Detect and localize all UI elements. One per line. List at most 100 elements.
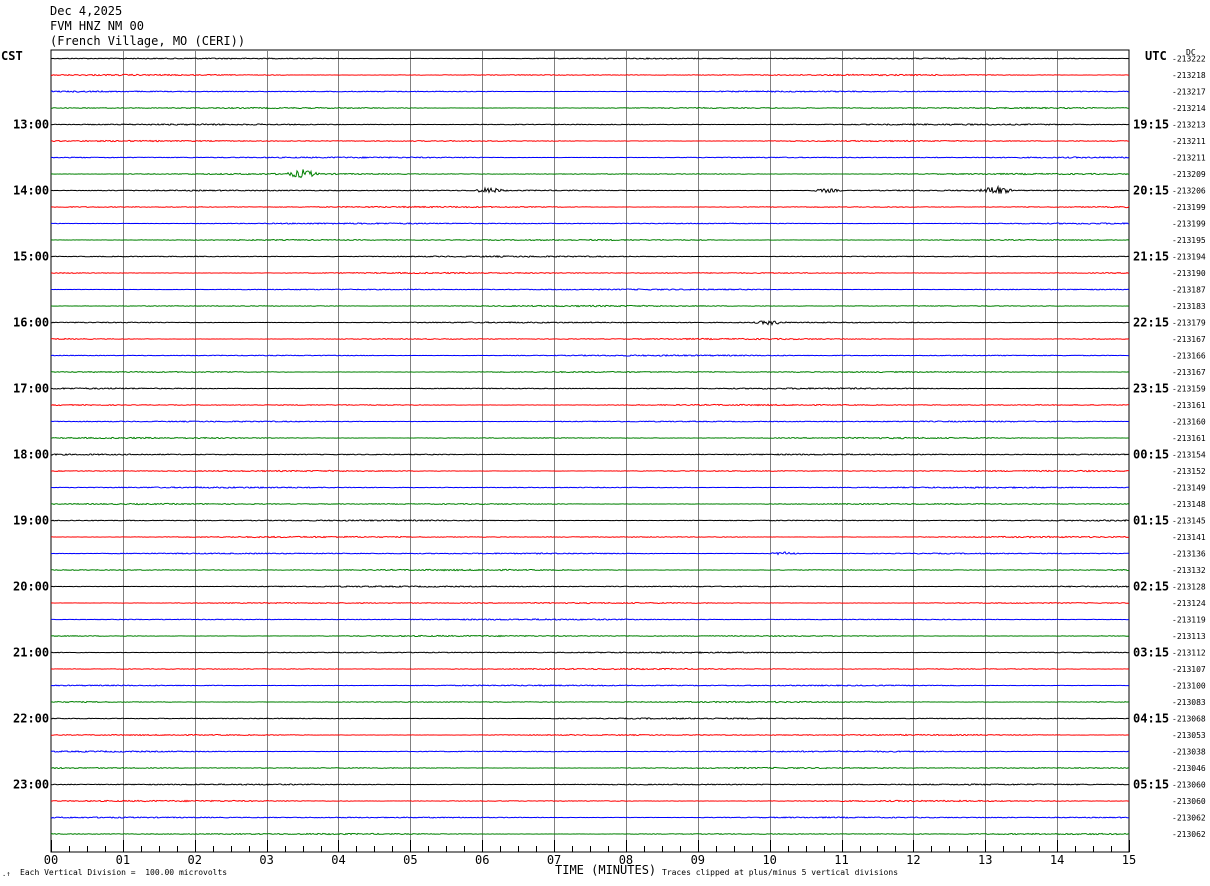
dc-offset-label: -213209 (1172, 170, 1206, 179)
dc-offset-label: -213187 (1172, 286, 1206, 295)
trace-line (50, 766, 1130, 770)
right-hour-label: 23:15 (1133, 382, 1169, 396)
trace-line (50, 453, 1130, 456)
trace-line (50, 568, 1130, 572)
dc-offset-label: -213167 (1172, 335, 1206, 344)
trace-line (50, 320, 1130, 326)
trace-line (50, 57, 1129, 60)
x-tick-label: 03 (259, 853, 273, 867)
trace-line (50, 799, 1129, 803)
trace-line (50, 387, 1129, 390)
dc-offset-label: -213167 (1172, 368, 1206, 377)
trace-line (50, 700, 1130, 704)
dc-offset-label: -213161 (1172, 434, 1206, 443)
dc-offset-label: -213211 (1172, 154, 1206, 163)
right-hour-label: 01:15 (1133, 514, 1169, 528)
x-tick-label: 14 (1050, 853, 1064, 867)
dc-offset-label: -213113 (1172, 632, 1206, 641)
x-tick-label: 01 (116, 853, 130, 867)
trace-line (50, 717, 1130, 720)
dc-offset-label: -213068 (1172, 715, 1206, 724)
dc-offset-label: -213112 (1172, 649, 1206, 658)
left-hour-label: 21:00 (13, 646, 49, 660)
trace-line (50, 585, 1130, 588)
trace-line (50, 255, 1130, 259)
x-axis-title: TIME (MINUTES) (555, 863, 657, 877)
trace-line (50, 618, 1130, 621)
left-hour-label: 23:00 (13, 778, 49, 792)
trace-line (50, 816, 1129, 819)
right-hour-label: 19:15 (1133, 118, 1169, 132)
trace-line (50, 90, 1130, 93)
left-hour-label: 14:00 (13, 184, 49, 198)
left-hour-label: 13:00 (13, 118, 49, 132)
trace-line (50, 832, 1130, 836)
dc-offset-label: -213160 (1172, 418, 1206, 427)
dc-offset-label: -213145 (1172, 517, 1206, 526)
left-hour-label: 18:00 (13, 448, 49, 462)
trace-line (50, 733, 1130, 737)
clip-note: Traces clipped at plus/minus 5 vertical … (662, 868, 899, 877)
right-hour-label: 03:15 (1133, 646, 1169, 660)
dc-offset-label: -213060 (1172, 781, 1206, 790)
x-tick-label: 02 (188, 853, 202, 867)
trace-line (51, 354, 1129, 357)
right-hour-label: 05:15 (1133, 778, 1169, 792)
x-tick-label: 06 (475, 853, 489, 867)
left-hour-label: 17:00 (13, 382, 49, 396)
left-hour-label: 20:00 (13, 580, 49, 594)
dc-offset-label: -213213 (1172, 121, 1206, 130)
dc-offset-label: -213166 (1172, 352, 1206, 361)
trace-line (50, 750, 1130, 753)
trace-line (50, 156, 1130, 159)
trace-line (50, 222, 1130, 225)
dc-offset-label: -213190 (1172, 269, 1206, 278)
dc-offset-label: -213100 (1172, 682, 1206, 691)
dc-offset-label: -213124 (1172, 599, 1206, 608)
dc-offset-label: -213128 (1172, 583, 1206, 592)
trace-line (50, 106, 1130, 110)
right-hour-label: 02:15 (1133, 580, 1169, 594)
dc-offset-label: -213038 (1172, 748, 1206, 757)
left-hour-label: 15:00 (13, 250, 49, 264)
dc-offset-label: -213148 (1172, 500, 1206, 509)
trace-line (50, 205, 1130, 209)
trace-line (50, 535, 1130, 539)
right-hour-label: 21:15 (1133, 250, 1169, 264)
trace-line (50, 519, 1130, 522)
dc-offset-label: -213195 (1172, 236, 1206, 245)
trace-line (50, 403, 1130, 407)
scale-icon: .↑ (2, 870, 11, 878)
dc-offset-label: -213060 (1172, 797, 1206, 806)
left-hour-label: 22:00 (13, 712, 49, 726)
trace-line (50, 420, 1130, 423)
dc-offset-label: -213107 (1172, 665, 1206, 674)
x-tick-label: 09 (691, 853, 705, 867)
dc-offset-label: -213222 (1172, 55, 1206, 64)
dc-offset-label: -213152 (1172, 467, 1206, 476)
dc-offset-label: -213161 (1172, 401, 1206, 410)
dc-offset-label: -213141 (1172, 533, 1206, 542)
dc-offset-label: -213199 (1172, 203, 1206, 212)
x-tick-label: 00 (44, 853, 58, 867)
trace-line (50, 634, 1130, 638)
trace-line (50, 667, 1130, 671)
left-hour-label: 19:00 (13, 514, 49, 528)
left-hour-label: 16:00 (13, 316, 49, 330)
trace-line (50, 551, 1130, 556)
dc-offset-label: -213218 (1172, 71, 1206, 80)
trace-line (50, 184, 1130, 195)
trace-line (50, 469, 1130, 473)
trace-line (50, 370, 1130, 374)
seismogram-plot: -213222 -213218 -213217 -213214 -213213 -2132… (13, 49, 1206, 867)
dc-offset-label: -213149 (1172, 484, 1206, 493)
trace-line (50, 783, 1130, 786)
trace-line (50, 601, 1130, 605)
dc-offset-label: -213199 (1172, 220, 1206, 229)
dc-offset-label: -213206 (1172, 187, 1206, 196)
trace-line (50, 436, 1130, 440)
trace-line (50, 169, 1130, 179)
x-tick-label: 05 (403, 853, 417, 867)
trace-line (50, 651, 1129, 654)
trace-line (51, 486, 1130, 489)
